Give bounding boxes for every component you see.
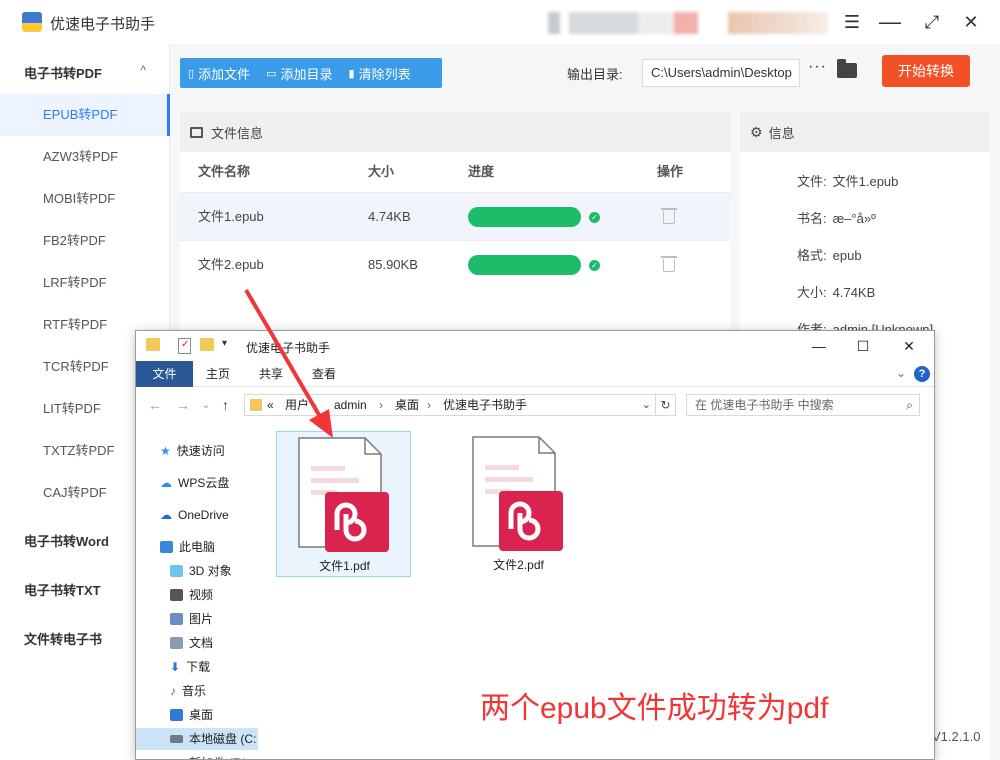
arrow-line <box>244 288 324 422</box>
annotation-arrow <box>244 288 333 438</box>
arrow-head <box>309 409 333 438</box>
